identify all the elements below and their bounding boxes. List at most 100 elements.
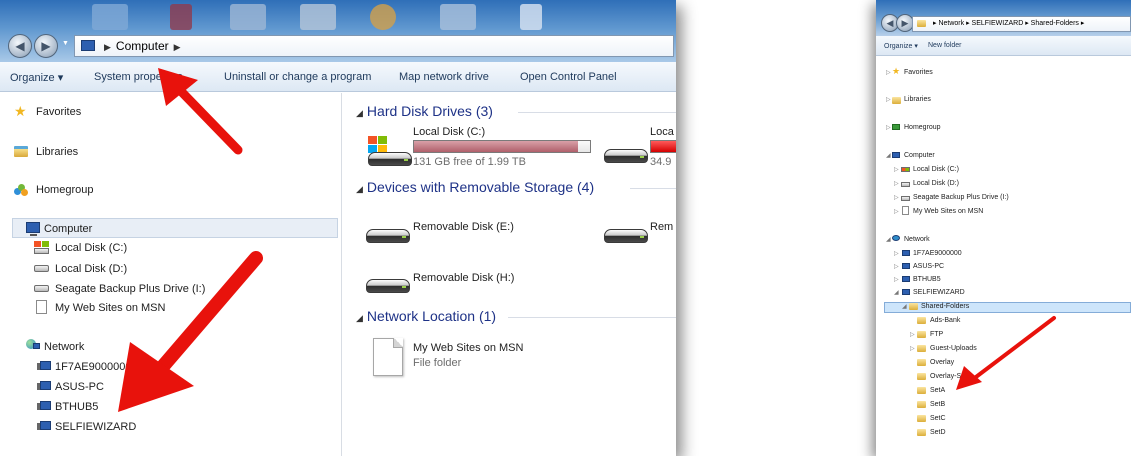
expand-icon[interactable]: ▷ [894, 250, 899, 257]
tree-item-network-pc[interactable]: BTHUB5 [913, 275, 941, 284]
tree-item-folder[interactable]: FTP [930, 330, 943, 339]
group-divider [508, 317, 676, 318]
drive-icon [901, 196, 910, 201]
expand-icon[interactable]: ▷ [910, 331, 915, 338]
folder-icon [917, 345, 926, 352]
tree-item-favorites[interactable]: Favorites [904, 68, 933, 77]
breadcrumb-chevron-icon[interactable]: ▶ [174, 42, 181, 52]
content-pane: ◢ Hard Disk Drives (3) Local Disk (C:) 13… [348, 93, 676, 456]
network-computer-icon [37, 401, 51, 410]
organize-button[interactable]: Organize ▾ [10, 71, 63, 84]
organize-button[interactable]: Organize ▾ [884, 42, 918, 50]
network-computer-icon [902, 276, 910, 282]
tree-item-drive-i[interactable]: Seagate Backup Plus Drive (I:) [913, 193, 1009, 202]
network-computer-icon [902, 250, 910, 256]
taskbar-thumbnail [370, 4, 396, 30]
tree-item-network-pc[interactable]: ASUS-PC [913, 262, 944, 271]
folder-icon [917, 317, 926, 324]
address-bar[interactable]: ▸ Network ▸ SELFIEWIZARD ▸ Shared-Folder… [912, 16, 1131, 32]
nav-item-network-pc[interactable]: ASUS-PC [55, 381, 104, 393]
star-icon: ★ [892, 66, 901, 76]
shared-folder-icon [909, 303, 918, 310]
nav-item-network-pc[interactable]: SELFIEWIZARD [55, 421, 136, 433]
group-header-removable[interactable]: ◢ Devices with Removable Storage (4) [356, 179, 594, 195]
group-header-label: Hard Disk Drives (3) [366, 103, 493, 119]
nav-item-network[interactable]: Network [44, 341, 84, 353]
annotation-arrow-down [118, 251, 263, 412]
expand-icon[interactable]: ▷ [886, 69, 891, 76]
taskbar-thumbnail [440, 4, 476, 30]
expand-icon[interactable]: ▷ [894, 276, 899, 283]
nav-item-homegroup[interactable]: Homegroup [36, 184, 93, 196]
collapse-icon[interactable]: ◢ [894, 289, 899, 296]
expand-icon[interactable]: ▷ [894, 263, 899, 270]
tree-item-drive-d[interactable]: Local Disk (D:) [913, 179, 959, 188]
removable-disk-h[interactable]: Removable Disk (H:) [413, 272, 514, 284]
collapse-icon[interactable]: ◢ [886, 152, 891, 159]
web-sites-type: File folder [413, 357, 462, 369]
tree-item-network-pc[interactable]: 1F7AE9000000 [913, 249, 962, 258]
group-header-label: Network Location (1) [366, 308, 497, 324]
tree-item-folder[interactable]: SetD [930, 428, 946, 437]
expand-icon[interactable]: ▷ [894, 180, 899, 187]
title-bar: ◀ ▶ ▸ Network ▸ SELFIEWIZARD ▸ Shared-Fo… [876, 0, 1131, 36]
folder-icon [917, 359, 926, 366]
nav-item-network-pc[interactable]: BTHUB5 [55, 401, 98, 413]
drive-c-name[interactable]: Local Disk (C:) [413, 126, 485, 138]
web-sites-name[interactable]: My Web Sites on MSN [413, 342, 523, 354]
collapse-icon[interactable]: ◢ [902, 303, 907, 310]
expand-icon[interactable]: ▷ [910, 345, 915, 352]
tree-item-folder[interactable]: SetC [930, 414, 946, 423]
forward-button[interactable]: ▶ [34, 34, 58, 58]
recent-pages-dropdown[interactable]: ▼ [62, 40, 69, 47]
tree-item-drive-c[interactable]: Local Disk (C:) [913, 165, 959, 174]
open-control-panel-button[interactable]: Open Control Panel [520, 71, 617, 83]
folder-icon [917, 401, 926, 408]
new-folder-button[interactable]: New folder [928, 42, 961, 49]
tree-item-computer[interactable]: Computer [904, 151, 935, 160]
breadcrumb-computer[interactable]: Computer [116, 39, 169, 53]
collapse-icon: ◢ [356, 108, 363, 118]
folder-icon [917, 373, 926, 380]
taskbar-thumbnail [520, 4, 542, 30]
taskbar-thumbnail [170, 4, 192, 30]
tree-item-folder[interactable]: SetA [930, 386, 945, 395]
nav-item-libraries[interactable]: Libraries [36, 146, 78, 158]
tree-item-shared-folders[interactable]: Shared-Folders [921, 302, 969, 311]
tree-item-network-pc[interactable]: SELFIEWIZARD [913, 288, 965, 297]
nav-item-computer[interactable]: Computer [44, 223, 92, 235]
tree-item-homegroup[interactable]: Homegroup [904, 123, 941, 132]
drive-d-free-space: 34.9 [650, 156, 672, 168]
expand-icon[interactable]: ▷ [894, 166, 899, 173]
removable-disk-e[interactable]: Removable Disk (E:) [413, 221, 514, 233]
tree-item-folder[interactable]: SetB [930, 400, 945, 409]
network-computer-icon [902, 263, 910, 269]
address-row: ◀ ▶ ▼ ▶ Computer ▶ [0, 28, 676, 62]
tree-item-libraries[interactable]: Libraries [904, 95, 931, 104]
expand-icon[interactable]: ▷ [886, 96, 891, 103]
collapse-icon: ◢ [356, 184, 363, 194]
map-network-drive-button[interactable]: Map network drive [399, 71, 489, 83]
group-header-network-location[interactable]: ◢ Network Location (1) [356, 308, 496, 324]
folder-icon [917, 387, 926, 394]
tree-item-network[interactable]: Network [904, 235, 930, 244]
removable-drive-icon [366, 223, 410, 245]
drive-d-name[interactable]: Loca [650, 126, 674, 138]
command-bar: Organize ▾ System properties Uninstall o… [0, 62, 676, 92]
windows-drive-icon [366, 136, 412, 170]
drive-icon [34, 285, 49, 292]
expand-icon[interactable]: ▷ [894, 194, 899, 201]
homegroup-icon [892, 124, 900, 130]
tree-item-web-sites[interactable]: My Web Sites on MSN [913, 207, 983, 216]
libraries-icon [892, 97, 901, 104]
removable-disk-f[interactable]: Rem [650, 221, 673, 233]
removable-drive-icon [604, 223, 648, 245]
expand-icon[interactable]: ▷ [886, 124, 891, 131]
collapse-icon[interactable]: ◢ [886, 236, 891, 243]
nav-item-favorites[interactable]: Favorites [36, 106, 81, 118]
expand-icon[interactable]: ▷ [894, 208, 899, 215]
back-button[interactable]: ◀ [8, 34, 32, 58]
group-header-hard-disks[interactable]: ◢ Hard Disk Drives (3) [356, 103, 493, 119]
address-bar[interactable]: ▶ Computer ▶ [74, 35, 674, 57]
breadcrumb-path[interactable]: ▸ Network ▸ SELFIEWIZARD ▸ Shared-Folder… [933, 20, 1084, 27]
